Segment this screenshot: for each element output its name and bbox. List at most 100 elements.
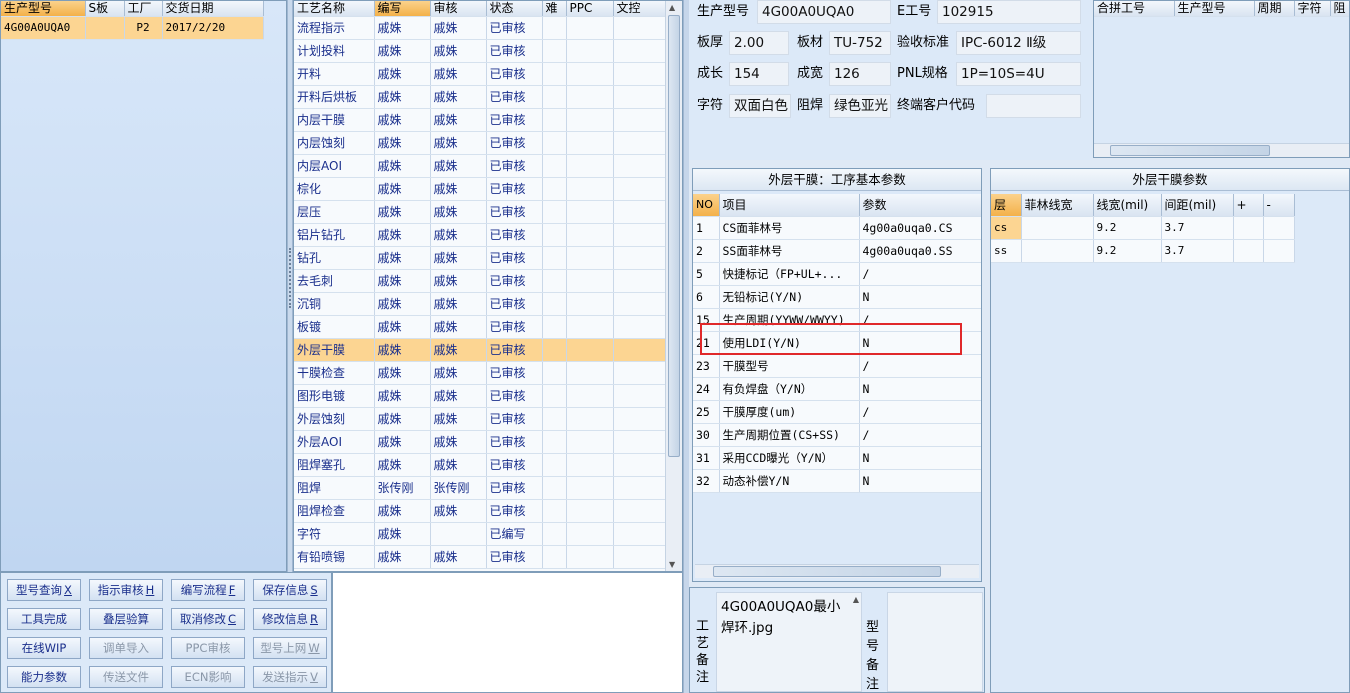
- process-row[interactable]: 阻焊塞孔 戚姝 戚姝 已审核: [294, 453, 666, 477]
- process-row[interactable]: 外层AOI 戚姝 戚姝 已审核: [294, 430, 666, 454]
- action-button[interactable]: 取消修改 C: [171, 608, 245, 630]
- action-button[interactable]: 调单导入: [89, 637, 163, 659]
- action-button[interactable]: 叠层验算: [89, 608, 163, 630]
- pnl-field[interactable]: 1P=10S=4U: [956, 62, 1081, 86]
- process-row[interactable]: 外层蚀刻 戚姝 戚姝 已审核: [294, 407, 666, 431]
- col-difficulty[interactable]: 难: [542, 1, 567, 17]
- action-button[interactable]: 修改信息 R: [253, 608, 327, 630]
- process-row[interactable]: 计划投料 戚姝 戚姝 已审核: [294, 39, 666, 63]
- param-row[interactable]: 2 SS面菲林号 4g00a0uqa0.SS: [693, 239, 981, 263]
- param-row[interactable]: 32 动态补偿Y/N N: [693, 469, 981, 493]
- layer-row[interactable]: ss 9.2 3.7: [991, 239, 1295, 263]
- param-row[interactable]: 25 干膜厚度(um) /: [693, 400, 981, 424]
- scroll-up-icon[interactable]: ▲: [669, 3, 675, 12]
- action-button[interactable]: 指示审核 H: [89, 579, 163, 601]
- process-row[interactable]: 棕化 戚姝 戚姝 已审核: [294, 177, 666, 201]
- process-row[interactable]: 板镀 戚姝 戚姝 已审核: [294, 315, 666, 339]
- col-param[interactable]: 参数: [859, 194, 981, 217]
- process-row[interactable]: 内层蚀刻 戚姝 戚姝 已审核: [294, 131, 666, 155]
- eno-field[interactable]: 102915: [937, 0, 1081, 24]
- scrollbar-thumb[interactable]: [713, 566, 941, 577]
- scrollbar-thumb[interactable]: [668, 15, 680, 457]
- action-button[interactable]: 发送指示 V: [253, 666, 327, 688]
- param-row[interactable]: 31 采用CCD曝光（Y/N） N: [693, 446, 981, 470]
- process-row[interactable]: 钻孔 戚姝 戚姝 已审核: [294, 246, 666, 270]
- col-merge-eno[interactable]: 合拼工号: [1094, 1, 1175, 17]
- char-field[interactable]: 双面白色: [729, 94, 791, 118]
- col-ppc[interactable]: PPC: [566, 1, 614, 17]
- mask-field[interactable]: 绿色亚光: [829, 94, 891, 118]
- standard-field[interactable]: IPC-6012 Ⅱ级: [956, 31, 1081, 55]
- action-button[interactable]: 传送文件: [89, 666, 163, 688]
- action-button[interactable]: ECN影响: [171, 666, 245, 688]
- process-row[interactable]: 层压 戚姝 戚姝 已审核: [294, 200, 666, 224]
- col-no[interactable]: NO: [693, 194, 720, 217]
- material-field[interactable]: TU-752: [829, 31, 891, 55]
- layer-row[interactable]: cs 9.2 3.7: [991, 216, 1295, 240]
- process-row[interactable]: 沉铜 戚姝 戚姝 已审核: [294, 292, 666, 316]
- col-merge-model[interactable]: 生产型号: [1174, 1, 1255, 17]
- action-button[interactable]: 能力参数: [7, 666, 81, 688]
- col-doc-control[interactable]: 文控: [613, 1, 666, 17]
- process-row[interactable]: 流程指示 戚姝 戚姝 已审核: [294, 16, 666, 40]
- col-s-board[interactable]: S板: [85, 1, 125, 17]
- model-field[interactable]: 4G00A0UQA0: [757, 0, 891, 24]
- param-row[interactable]: 30 生产周期位置(CS+SS) /: [693, 423, 981, 447]
- model-list-row[interactable]: 4G00A0UQA0 P2 2017/2/20: [1, 16, 264, 40]
- width-field[interactable]: 126: [829, 62, 891, 86]
- col-delivery-date[interactable]: 交货日期: [162, 1, 264, 17]
- col-factory[interactable]: 工厂: [124, 1, 163, 17]
- col-plus[interactable]: +: [1233, 194, 1264, 217]
- col-status[interactable]: 状态: [486, 1, 543, 17]
- model-remark-field[interactable]: [887, 592, 983, 692]
- action-button[interactable]: 型号查询 X: [7, 579, 81, 601]
- process-row[interactable]: 阻焊 张传刚 张传刚 已审核: [294, 476, 666, 500]
- col-spacing[interactable]: 间距(mil): [1161, 194, 1234, 217]
- process-table-scrollbar[interactable]: ▲ ▼: [665, 1, 682, 571]
- action-button[interactable]: 编写流程 F: [171, 579, 245, 601]
- scroll-down-icon[interactable]: ▼: [669, 560, 675, 569]
- basic-params-hscrollbar[interactable]: [695, 564, 979, 578]
- col-merge-mask[interactable]: 阻: [1330, 1, 1349, 17]
- process-row[interactable]: 内层AOI 戚姝 戚姝 已审核: [294, 154, 666, 178]
- process-row[interactable]: 铝片钻孔 戚姝 戚姝 已审核: [294, 223, 666, 247]
- action-button[interactable]: 在线WIP: [7, 637, 81, 659]
- process-row[interactable]: 干膜检查 戚姝 戚姝 已审核: [294, 361, 666, 385]
- action-button[interactable]: PPC审核: [171, 637, 245, 659]
- length-field[interactable]: 154: [729, 62, 789, 86]
- process-row[interactable]: 字符 戚姝 已编写: [294, 522, 666, 546]
- col-reviewer[interactable]: 审核: [430, 1, 487, 17]
- param-row[interactable]: 24 有负焊盘（Y/N） N: [693, 377, 981, 401]
- merge-hscrollbar[interactable]: [1094, 143, 1349, 157]
- process-row[interactable]: 外层干膜 戚姝 戚姝 已审核: [294, 338, 666, 362]
- scroll-up-icon[interactable]: ▲: [853, 595, 859, 604]
- process-row[interactable]: 图形电镀 戚姝 戚姝 已审核: [294, 384, 666, 408]
- col-film-width[interactable]: 菲林线宽: [1021, 194, 1094, 217]
- col-minus[interactable]: -: [1263, 194, 1295, 217]
- col-merge-cycle[interactable]: 周期: [1254, 1, 1295, 17]
- param-row[interactable]: 1 CS面菲林号 4g00a0uqa0.CS: [693, 216, 981, 240]
- param-row[interactable]: 23 干膜型号 /: [693, 354, 981, 378]
- col-process-name[interactable]: 工艺名称: [294, 1, 375, 17]
- col-merge-char[interactable]: 字符: [1294, 1, 1331, 17]
- process-row[interactable]: 有铅喷锡 戚姝 戚姝 已审核: [294, 545, 666, 569]
- action-button[interactable]: 保存信息 S: [253, 579, 327, 601]
- col-layer[interactable]: 层: [991, 194, 1022, 217]
- process-row[interactable]: 开料 戚姝 戚姝 已审核: [294, 62, 666, 86]
- customer-field[interactable]: [986, 94, 1081, 118]
- action-button[interactable]: 型号上网 W: [253, 637, 327, 659]
- action-button[interactable]: 工具完成: [7, 608, 81, 630]
- col-author[interactable]: 编写: [374, 1, 431, 17]
- process-remark-field[interactable]: 4G00A0UQA0最小焊环.jpg ▲: [716, 592, 862, 692]
- process-row[interactable]: 去毛刺 戚姝 戚姝 已审核: [294, 269, 666, 293]
- process-row[interactable]: 开料后烘板 戚姝 戚姝 已审核: [294, 85, 666, 109]
- param-row[interactable]: 5 快捷标记（FP+UL+... /: [693, 262, 981, 286]
- col-line-width[interactable]: 线宽(mil): [1093, 194, 1162, 217]
- col-model[interactable]: 生产型号: [1, 1, 86, 17]
- process-row[interactable]: 内层干膜 戚姝 戚姝 已审核: [294, 108, 666, 132]
- thickness-field[interactable]: 2.00: [729, 31, 789, 55]
- process-row[interactable]: 阻焊检查 戚姝 戚姝 已审核: [294, 499, 666, 523]
- param-row[interactable]: 6 无铅标记(Y/N) N: [693, 285, 981, 309]
- col-item[interactable]: 项目: [719, 194, 860, 217]
- scrollbar-thumb[interactable]: [1110, 145, 1270, 156]
